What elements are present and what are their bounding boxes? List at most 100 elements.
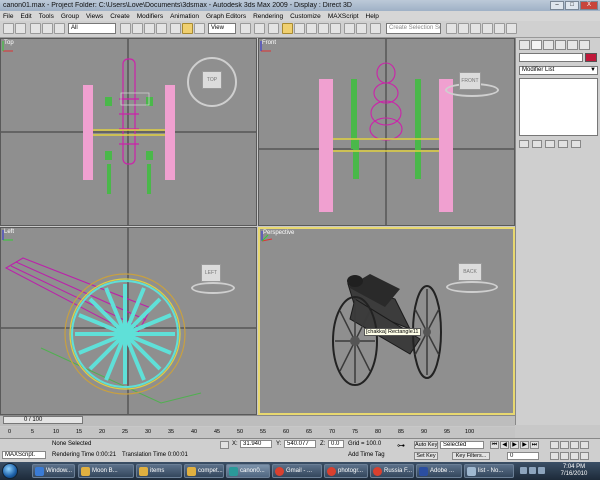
selection-region-icon[interactable] [144,23,155,34]
menu-graph-editors[interactable]: Graph Editors [206,13,246,20]
viewport-top[interactable]: Top TOP [0,38,257,226]
quick-render-icon[interactable] [506,23,517,34]
pivot-center-icon[interactable] [240,23,251,34]
key-filters-button[interactable]: Key Filters... [452,452,490,460]
taskbar-item[interactable]: list - No... [464,464,514,478]
select-object-icon[interactable] [120,23,131,34]
taskbar-item[interactable]: Gmail - ... [272,464,322,478]
redo-icon[interactable] [15,23,26,34]
hierarchy-tab-icon[interactable] [543,40,554,50]
z-coordinate-field[interactable]: 0.0 [328,440,344,448]
go-to-start-icon[interactable]: ⏮ [490,441,499,449]
orbit-icon[interactable] [570,452,579,460]
create-tab-icon[interactable] [519,40,530,50]
taskbar-item[interactable]: Window... [32,464,75,478]
configure-modifier-sets-icon[interactable] [571,140,581,148]
lock-selection-icon[interactable] [220,441,229,449]
play-icon[interactable]: ▶ [510,441,519,449]
undo-icon[interactable] [3,23,14,34]
select-rotate-icon[interactable] [182,23,193,34]
menu-views[interactable]: Views [86,13,103,20]
show-end-result-icon[interactable] [532,140,542,148]
close-button[interactable]: X [580,1,598,10]
taskbar-item[interactable]: Russia F... [370,464,414,478]
snaps-toggle-icon[interactable] [282,23,293,34]
curve-editor-icon[interactable] [446,23,457,34]
utilities-tab-icon[interactable] [579,40,590,50]
make-unique-icon[interactable] [545,140,555,148]
angle-snap-icon[interactable] [294,23,305,34]
next-frame-icon[interactable]: ▶ [520,441,529,449]
menu-file[interactable]: File [3,13,13,20]
keyboard-shortcut-icon[interactable] [268,23,279,34]
key-mode-dropdown[interactable]: Selected [440,441,484,449]
select-scale-icon[interactable] [194,23,205,34]
pan-view-icon[interactable] [560,452,569,460]
viewcube[interactable]: FRONT [459,72,481,90]
set-key-button[interactable]: Set Key [414,452,438,460]
named-selection-sets-field[interactable]: Create Selection Set [386,23,441,34]
bind-space-warp-icon[interactable] [54,23,65,34]
taskbar-item[interactable]: Adobe ... [416,464,462,478]
layer-manager-icon[interactable] [370,23,381,34]
auto-key-button[interactable]: Auto Key [414,441,438,449]
menu-create[interactable]: Create [110,13,130,20]
select-move-icon[interactable] [170,23,181,34]
zoom-icon[interactable] [550,441,559,449]
current-frame-field[interactable]: 0 [507,452,539,460]
viewcube-ring[interactable] [191,282,235,294]
add-time-tag[interactable]: Add Time Tag [348,452,385,458]
x-coordinate-field[interactable]: 31.940 [240,440,272,448]
viewcube[interactable]: BACK [458,263,482,281]
maxscript-listener[interactable]: MAXScript. [2,451,46,459]
material-editor-icon[interactable] [470,23,481,34]
field-of-view-icon[interactable] [550,452,559,460]
taskbar-item[interactable]: Moon B... [78,464,134,478]
tray-icon[interactable] [529,467,536,474]
time-slider[interactable]: 0 / 100 [3,416,83,424]
align-icon[interactable] [356,23,367,34]
go-to-end-icon[interactable]: ⏭ [530,441,539,449]
zoom-all-icon[interactable] [560,441,569,449]
taskbar-item[interactable]: canon0... [226,464,270,478]
menu-help[interactable]: Help [366,13,379,20]
pin-stack-icon[interactable] [519,140,529,148]
remove-modifier-icon[interactable] [558,140,568,148]
volume-icon[interactable] [538,467,545,474]
zoom-extents-all-icon[interactable] [580,441,589,449]
viewcube-ring[interactable] [446,281,498,293]
minimize-button[interactable]: – [550,1,564,10]
taskbar-item[interactable]: compet... [184,464,224,478]
object-color-swatch[interactable] [585,53,597,62]
menu-animation[interactable]: Animation [170,13,199,20]
menu-edit[interactable]: Edit [20,13,31,20]
window-crossing-icon[interactable] [156,23,167,34]
menu-maxscript[interactable]: MAXScript [328,13,359,20]
object-name-field[interactable] [519,53,583,62]
unlink-icon[interactable] [42,23,53,34]
maximize-viewport-icon[interactable] [580,452,589,460]
previous-frame-icon[interactable]: ◀ [500,441,509,449]
y-coordinate-field[interactable]: 540.077 [284,440,316,448]
reference-coordinate-dropdown[interactable]: View [208,23,236,34]
maximize-button[interactable]: □ [565,1,579,10]
spinner-snap-icon[interactable] [318,23,329,34]
modify-tab-icon[interactable] [531,40,542,50]
rendered-frame-window-icon[interactable] [494,23,505,34]
taskbar-item[interactable]: items [136,464,182,478]
key-icon[interactable]: ⊶ [397,441,405,450]
start-button[interactable] [2,463,18,479]
menu-group[interactable]: Group [61,13,79,20]
display-tab-icon[interactable] [567,40,578,50]
tray-icon[interactable] [520,467,527,474]
viewport-perspective[interactable]: Perspective BACK [chakka] Rectangle11 [258,227,515,415]
link-icon[interactable] [30,23,41,34]
viewcube[interactable]: TOP [202,71,222,89]
modifier-list-dropdown[interactable]: Modifier List ▼ [519,66,598,75]
track-bar[interactable]: 0 5 10 15 20 25 30 35 40 45 50 55 60 65 … [0,427,515,438]
edit-named-selections-icon[interactable] [330,23,341,34]
render-setup-icon[interactable] [482,23,493,34]
motion-tab-icon[interactable] [555,40,566,50]
menu-tools[interactable]: Tools [39,13,54,20]
taskbar-item[interactable]: photogr... [324,464,368,478]
